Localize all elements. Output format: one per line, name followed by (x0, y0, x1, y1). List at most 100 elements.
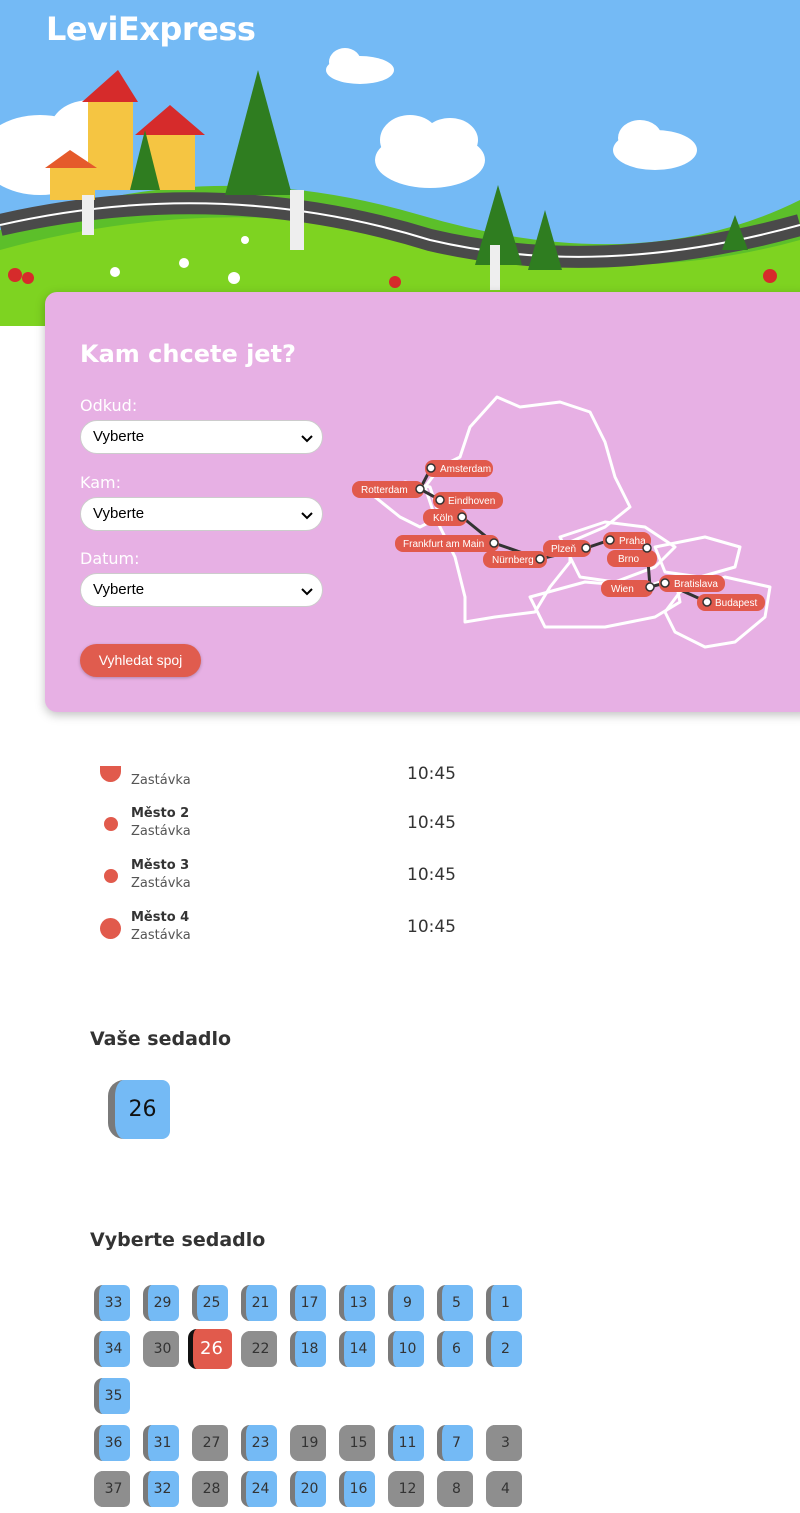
svg-text:Wien: Wien (611, 584, 634, 595)
seat-12[interactable]: 12 (388, 1471, 424, 1507)
date-select-value: Vyberte (93, 581, 145, 598)
from-select-value: Vyberte (93, 428, 145, 445)
stop-sub: Zastávka (131, 773, 191, 788)
seat-28[interactable]: 28 (192, 1471, 228, 1507)
seat-17[interactable]: 17 (290, 1285, 326, 1321)
stop-marker (104, 817, 118, 831)
stop-sub: Zastávka (131, 824, 191, 839)
svg-text:Praha: Praha (619, 536, 646, 547)
seat-34[interactable]: 34 (94, 1331, 130, 1367)
seat-21[interactable]: 21 (241, 1285, 277, 1321)
your-seat-heading: Vaše sedadlo (90, 1028, 232, 1050)
stop-name: Město 4 (131, 910, 190, 925)
seat-10[interactable]: 10 (388, 1331, 424, 1367)
landscape-illustration (0, 48, 800, 326)
stop-time: 10:45 (407, 865, 456, 885)
seat-15[interactable]: 15 (339, 1425, 375, 1461)
brand-logo[interactable]: LeviExpress (46, 10, 256, 48)
search-button[interactable]: Vyhledat spoj (80, 644, 201, 677)
svg-text:Budapest: Budapest (715, 598, 757, 609)
seat-27[interactable]: 27 (192, 1425, 228, 1461)
svg-text:Frankfurt am Main: Frankfurt am Main (403, 539, 484, 550)
seat-1[interactable]: 1 (486, 1285, 522, 1321)
route-stop: Město 3 Zastávka 10:45 (100, 858, 500, 898)
map-city-eindhoven: Eindhoven (433, 492, 503, 509)
stop-time: 10:45 (407, 917, 456, 937)
seat-9[interactable]: 9 (388, 1285, 424, 1321)
svg-text:Plzeň: Plzeň (551, 544, 576, 555)
your-seat: 26 (108, 1080, 170, 1139)
map-city-amsterdam: Amsterdam (425, 460, 493, 477)
date-label: Datum: (80, 549, 140, 568)
seat-37[interactable]: 37 (94, 1471, 130, 1507)
seat-36[interactable]: 36 (94, 1425, 130, 1461)
seat-35[interactable]: 35 (94, 1378, 130, 1414)
stop-time: 10:45 (407, 764, 456, 784)
map-city-koln: Köln (423, 509, 467, 526)
seat-23[interactable]: 23 (241, 1425, 277, 1461)
svg-text:Brno: Brno (618, 554, 640, 565)
stop-marker (100, 766, 121, 782)
stop-sub: Zastávka (131, 928, 191, 943)
to-select[interactable]: Vyberte (80, 497, 323, 531)
seat-5[interactable]: 5 (437, 1285, 473, 1321)
seat-32[interactable]: 32 (143, 1471, 179, 1507)
svg-text:Nürnberg: Nürnberg (492, 555, 534, 566)
map-city-rotterdam: Rotterdam (352, 481, 425, 498)
to-select-value: Vyberte (93, 505, 145, 522)
seat-30[interactable]: 30 (143, 1331, 179, 1367)
route-stop: Zastávka 10:45 (100, 764, 500, 806)
seat-2[interactable]: 2 (486, 1331, 522, 1367)
seat-22[interactable]: 22 (241, 1331, 277, 1367)
chevron-down-icon (301, 588, 313, 596)
svg-text:Rotterdam: Rotterdam (361, 485, 408, 496)
stop-sub: Zastávka (131, 876, 191, 891)
chevron-down-icon (301, 435, 313, 443)
seat-13[interactable]: 13 (339, 1285, 375, 1321)
search-panel: Kam chcete jet? Odkud: Vyberte Kam: Vybe… (45, 292, 800, 712)
map-city-bratislava: Bratislava (659, 575, 725, 592)
date-select[interactable]: Vyberte (80, 573, 323, 607)
map-city-frankfurt: Frankfurt am Main (395, 535, 499, 552)
seat-16[interactable]: 16 (339, 1471, 375, 1507)
stop-time: 10:45 (407, 813, 456, 833)
svg-text:Amsterdam: Amsterdam (440, 464, 491, 475)
to-label: Kam: (80, 473, 121, 492)
seat-4[interactable]: 4 (486, 1471, 522, 1507)
from-select[interactable]: Vyberte (80, 420, 323, 454)
map-city-plzen: Plzeň (543, 540, 591, 557)
seat-8[interactable]: 8 (437, 1471, 473, 1507)
map-city-nurnberg: Nürnberg (483, 551, 547, 568)
seat-14[interactable]: 14 (339, 1331, 375, 1367)
seat-25[interactable]: 25 (192, 1285, 228, 1321)
from-label: Odkud: (80, 396, 138, 415)
seat-26[interactable]: 26 (188, 1329, 232, 1369)
seat-picker-heading: Vyberte sedadlo (90, 1229, 266, 1251)
seat-6[interactable]: 6 (437, 1331, 473, 1367)
seat-7[interactable]: 7 (437, 1425, 473, 1461)
route-map: Amsterdam Rotterdam Eindhoven Köln Frank… (352, 395, 772, 649)
header-banner: LeviExpress (0, 0, 800, 326)
search-title: Kam chcete jet? (80, 340, 296, 368)
route-stop: Město 2 Zastávka 10:45 (100, 806, 500, 846)
seat-31[interactable]: 31 (143, 1425, 179, 1461)
stop-marker (104, 869, 118, 883)
map-city-budapest: Budapest (697, 594, 765, 611)
route-stop: Město 4 Zastávka 10:45 (100, 910, 500, 950)
seat-33[interactable]: 33 (94, 1285, 130, 1321)
seat-19[interactable]: 19 (290, 1425, 326, 1461)
seat-20[interactable]: 20 (290, 1471, 326, 1507)
seat-3[interactable]: 3 (486, 1425, 522, 1461)
seat-11[interactable]: 11 (388, 1425, 424, 1461)
svg-text:Köln: Köln (433, 513, 453, 524)
map-city-wien: Wien (601, 580, 655, 597)
seat-24[interactable]: 24 (241, 1471, 277, 1507)
svg-text:Eindhoven: Eindhoven (448, 496, 495, 507)
stop-marker (100, 918, 121, 939)
chevron-down-icon (301, 512, 313, 520)
seat-29[interactable]: 29 (143, 1285, 179, 1321)
stop-name: Město 3 (131, 858, 190, 873)
seat-18[interactable]: 18 (290, 1331, 326, 1367)
stop-name: Město 2 (131, 806, 190, 821)
svg-text:Bratislava: Bratislava (674, 579, 718, 590)
